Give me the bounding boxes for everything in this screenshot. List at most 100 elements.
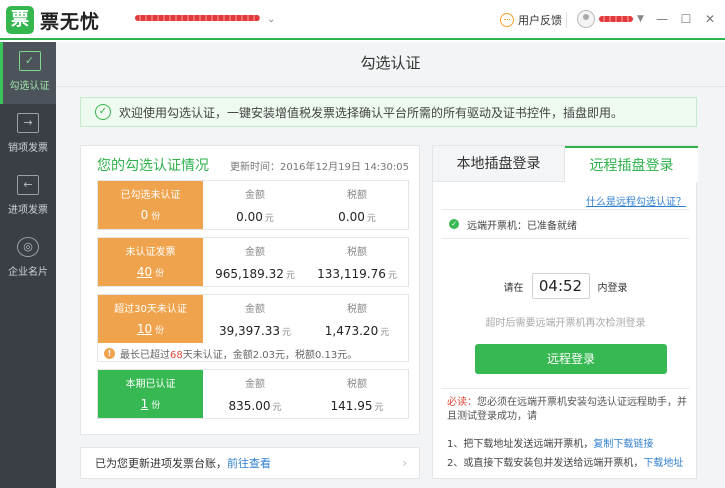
amount-value: 39,397.33 — [218, 324, 281, 338]
chevron-down-icon[interactable]: ⌄ — [267, 14, 275, 25]
ledger-view-link[interactable]: 前往查看 — [227, 455, 271, 471]
login-panel: 本地插盘登录 远程插盘登录 什么是远程勾选认证？ ✓ 远端开票机：已准备就绪 请… — [432, 145, 698, 479]
tax-value: 1,473.20 — [324, 324, 379, 338]
amount-header: 金额 — [245, 190, 265, 201]
badge-count-link[interactable]: 10 — [137, 322, 152, 336]
redacted-user-name — [599, 16, 633, 22]
amount-value: 835.00 — [228, 399, 271, 413]
maximize-button[interactable]: ☐ — [679, 12, 693, 26]
title-bar: 票 票无忧 ⌄ 用户反馈 ▼ — ☐ ✕ — [0, 0, 725, 40]
check-circle-icon: ✓ — [449, 219, 459, 229]
warning-icon: ! — [104, 348, 115, 359]
sidebar-item-check-certify[interactable]: ✓ 勾选认证 — [0, 42, 56, 104]
badge-label: 超过30天未认证 — [114, 304, 187, 315]
minimize-button[interactable]: — — [655, 12, 669, 26]
must-read-notice: 必读：您必须在远端开票机安装勾选认证远程助手，并且测试登录成功，请 — [447, 396, 687, 424]
step-one-text: 1、把下载地址发送远端开票机， — [447, 439, 594, 450]
countdown-timer: 04:52 — [531, 273, 590, 299]
money-unit: 元 — [380, 328, 390, 338]
summary-badge[interactable]: 已勾选未认证 0份 — [98, 181, 203, 229]
sidebar-item-label: 勾选认证 — [9, 81, 50, 92]
tax-cell: 税额 0.00 元 — [305, 181, 409, 229]
sidebar-item-business-card[interactable]: ◎ 企业名片 — [0, 228, 56, 290]
tax-header: 税额 — [347, 190, 367, 201]
amount-cell: 金额 39,397.33 元 — [203, 295, 307, 343]
count-unit: 份 — [155, 269, 165, 279]
notice-text: 欢迎使用勾选认证，一键安装增值税发票选择确认平台所需的所有驱动及证书控件，插盘即… — [119, 105, 624, 120]
overdue-warning: ! 最长已超过68天未认证，金额2.03元，税额0.13元。 — [104, 346, 357, 361]
count-unit: 份 — [151, 401, 161, 411]
redacted-company-name — [135, 15, 260, 21]
user-menu[interactable]: ▼ — [577, 10, 644, 28]
status-text: 远端开票机：已准备就绪 — [467, 220, 577, 232]
export-document-icon: → — [17, 113, 39, 133]
amount-value: 965,189.32 — [215, 267, 284, 281]
summary-badge[interactable]: 本期已认证 1份 — [98, 370, 203, 418]
tax-header: 税额 — [347, 247, 367, 258]
tax-header: 税额 — [347, 304, 367, 315]
login-countdown: 请在 04:52 内登录 — [433, 273, 698, 299]
money-unit: 元 — [285, 271, 295, 281]
copy-download-link[interactable]: 复制下载链接 — [593, 439, 653, 450]
amount-cell: 金额 835.00 元 — [203, 370, 307, 418]
step-two-text: 2、或直接下载安装包并发送给远端开票机， — [447, 458, 644, 469]
close-button[interactable]: ✕ — [703, 12, 717, 26]
tax-value: 133,119.76 — [317, 267, 386, 281]
page-title: 勾选认证 — [360, 54, 421, 72]
summary-row-selected-uncertified: 已勾选未认证 0份 金额 0.00 元 税额 0.00 元 — [97, 180, 409, 230]
sidebar-item-label: 进项发票 — [8, 205, 48, 216]
count-unit: 份 — [151, 212, 161, 222]
tab-remote-login[interactable]: 远程插盘登录 — [565, 146, 698, 182]
amount-value: 0.00 — [236, 210, 263, 224]
money-unit: 元 — [272, 403, 282, 413]
title-divider-line — [56, 86, 725, 87]
summary-title: 您的勾选认证情况 — [97, 158, 209, 174]
summary-badge[interactable]: 超过30天未认证 10 份 — [98, 295, 203, 343]
sidebar-item-label: 销项发票 — [8, 143, 48, 154]
main-content: 勾选认证 ✓ 欢迎使用勾选认证，一键安装增值税发票选择确认平台所需的所有驱动及证… — [56, 42, 725, 488]
sidebar: ✓ 勾选认证 → 销项发票 ← 进项发票 ◎ 企业名片 — [0, 42, 56, 488]
warning-suffix: 天未认证，金额2.03元，税额0.13元。 — [182, 350, 358, 361]
company-selector[interactable] — [135, 11, 260, 25]
step-one: 1、把下载地址发送远端开票机，复制下载链接 — [447, 435, 653, 450]
money-unit: 元 — [264, 214, 274, 224]
download-address-link[interactable]: 下载地址 — [643, 458, 683, 469]
money-unit: 元 — [366, 214, 376, 224]
update-time: 更新时间：2016年12月19日 14:30:05 — [230, 162, 409, 173]
badge-count-link[interactable]: 40 — [137, 265, 152, 279]
tab-local-login[interactable]: 本地插盘登录 — [433, 146, 565, 182]
avatar-icon — [577, 10, 595, 28]
amount-cell: 金额 965,189.32 元 — [203, 238, 307, 286]
certification-summary-panel: 您的勾选认证情况 更新时间：2016年12月19日 14:30:05 已勾选未认… — [80, 145, 420, 435]
checklist-icon: ✓ — [18, 51, 41, 71]
sidebar-item-label: 企业名片 — [8, 267, 48, 278]
badge-count-link[interactable]: 1 — [141, 397, 149, 411]
countdown-prefix: 请在 — [503, 282, 524, 294]
badge-label: 未认证发票 — [125, 247, 176, 258]
money-unit: 元 — [282, 328, 292, 338]
chevron-right-icon[interactable]: › — [402, 456, 407, 470]
app-name: 票无忧 — [40, 11, 101, 33]
summary-row-uncertified: 未认证发票 40 份 金额 965,189.32 元 税额 133,119.76 元 — [97, 237, 409, 287]
sidebar-item-sales-invoice[interactable]: → 销项发票 — [0, 104, 56, 166]
ledger-update-bar[interactable]: 已为您更新进项发票台账， 前往查看 › — [80, 447, 420, 479]
tax-cell: 税额 1,473.20 元 — [305, 295, 409, 343]
countdown-suffix: 内登录 — [597, 282, 628, 294]
summary-row-certified-this-period: 本期已认证 1份 金额 835.00 元 税额 141.95 元 — [97, 369, 409, 419]
feedback-button[interactable]: 用户反馈 — [500, 12, 562, 28]
badge-label: 本期已认证 — [125, 379, 176, 390]
summary-badge[interactable]: 未认证发票 40 份 — [98, 238, 203, 286]
sidebar-item-purchase-invoice[interactable]: ← 进项发票 — [0, 166, 56, 228]
globe-icon: ◎ — [17, 237, 39, 257]
amount-header: 金额 — [245, 247, 265, 258]
amount-cell: 金额 0.00 元 — [203, 181, 307, 229]
check-circle-icon: ✓ — [95, 104, 111, 120]
summary-row-over-30-days: 超过30天未认证 10 份 金额 39,397.33 元 税额 1,473.20 元 … — [97, 294, 409, 362]
amount-header: 金额 — [245, 304, 265, 315]
remote-login-button[interactable]: 远程登录 — [475, 344, 667, 374]
timeout-hint: 超时后需要远端开票机再次检测登录 — [485, 318, 646, 329]
must-read-text: 您必须在远端开票机安装勾选认证远程助手，并且测试登录成功，请 — [447, 397, 687, 422]
warning-prefix: 最长已超过 — [120, 350, 170, 361]
what-is-remote-link[interactable]: 什么是远程勾选认证？ — [586, 193, 686, 208]
import-document-icon: ← — [17, 175, 39, 195]
